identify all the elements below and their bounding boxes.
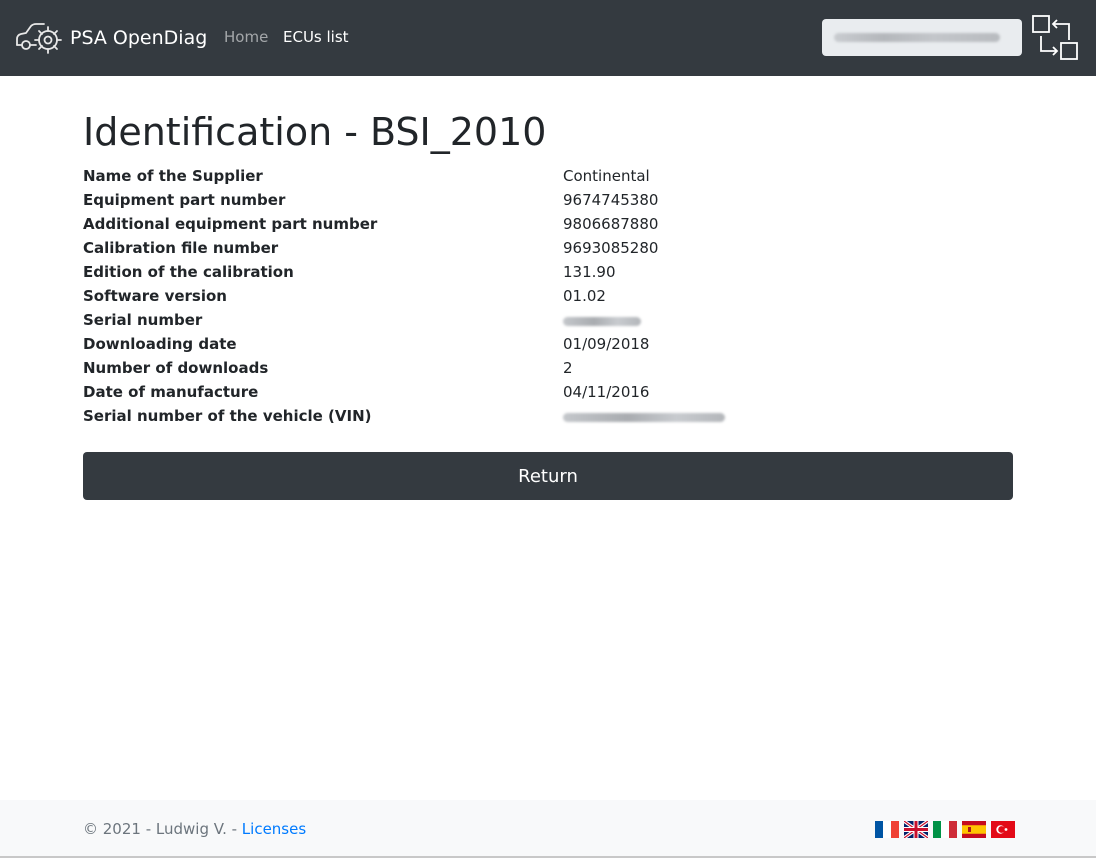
redacted-vin <box>563 413 725 422</box>
table-row: Additional equipment part number 9806687… <box>83 213 1013 237</box>
table-row: Number of downloads 2 <box>83 357 1013 381</box>
licenses-link[interactable]: Licenses <box>242 820 306 838</box>
vin-display-field[interactable] <box>822 19 1022 56</box>
redacted-vin-value <box>834 33 1000 42</box>
row-label: Equipment part number <box>83 191 286 209</box>
row-label: Calibration file number <box>83 239 279 257</box>
identification-table: Name of the Supplier Continental Equipme… <box>83 165 1013 429</box>
top-navbar: PSA OpenDiag Home ECUs list <box>0 0 1096 76</box>
footer: © 2021 - Ludwig V. - Licenses <box>0 800 1096 858</box>
row-value: 9674745380 <box>563 191 659 209</box>
brand-title: PSA OpenDiag <box>70 27 208 49</box>
brand[interactable]: PSA OpenDiag <box>14 14 207 62</box>
row-label: Additional equipment part number <box>83 215 378 233</box>
row-value: 131.90 <box>563 263 616 281</box>
table-row: Name of the Supplier Continental <box>83 165 1013 189</box>
table-row: Serial number <box>83 309 1013 333</box>
language-flags <box>875 821 1015 838</box>
car-engine-icon <box>16 23 62 54</box>
connection-toggle-icon[interactable] <box>1031 14 1079 62</box>
table-row: Serial number of the vehicle (VIN) <box>83 405 1013 429</box>
table-row: Calibration file number 9693085280 <box>83 237 1013 261</box>
row-value: 01/09/2018 <box>563 335 650 353</box>
flag-uk-icon[interactable] <box>904 821 928 838</box>
flag-italy-icon[interactable] <box>933 821 957 838</box>
flag-turkey-icon[interactable] <box>991 821 1015 838</box>
row-label: Name of the Supplier <box>83 167 263 185</box>
row-label: Downloading date <box>83 335 237 353</box>
flag-spain-icon[interactable] <box>962 821 986 838</box>
row-value: 9693085280 <box>563 239 659 257</box>
row-label: Serial number of the vehicle (VIN) <box>83 407 372 425</box>
flag-france-icon[interactable] <box>875 821 899 838</box>
nav-link-ecus-list[interactable]: ECUs list <box>283 28 349 46</box>
table-row: Edition of the calibration 131.90 <box>83 261 1013 285</box>
table-row: Date of manufacture 04/11/2016 <box>83 381 1013 405</box>
return-button[interactable]: Return <box>83 452 1013 500</box>
row-label: Serial number <box>83 311 203 329</box>
table-row: Downloading date 01/09/2018 <box>83 333 1013 357</box>
row-label: Edition of the calibration <box>83 263 294 281</box>
copyright-text: © 2021 - Ludwig V. - <box>83 820 242 838</box>
nav-link-home[interactable]: Home <box>224 28 268 46</box>
table-row: Equipment part number 9674745380 <box>83 189 1013 213</box>
row-label: Software version <box>83 287 227 305</box>
table-row: Software version 01.02 <box>83 285 1013 309</box>
row-label: Date of manufacture <box>83 383 259 401</box>
row-value: 9806687880 <box>563 215 659 233</box>
row-value: 01.02 <box>563 287 606 305</box>
redacted-serial-number <box>563 317 641 326</box>
page-title: Identification - BSI_2010 <box>83 110 547 154</box>
row-value: 04/11/2016 <box>563 383 650 401</box>
row-value: Continental <box>563 167 650 185</box>
footer-text: © 2021 - Ludwig V. - Licenses <box>83 820 306 838</box>
row-value: 2 <box>563 359 573 377</box>
row-label: Number of downloads <box>83 359 269 377</box>
